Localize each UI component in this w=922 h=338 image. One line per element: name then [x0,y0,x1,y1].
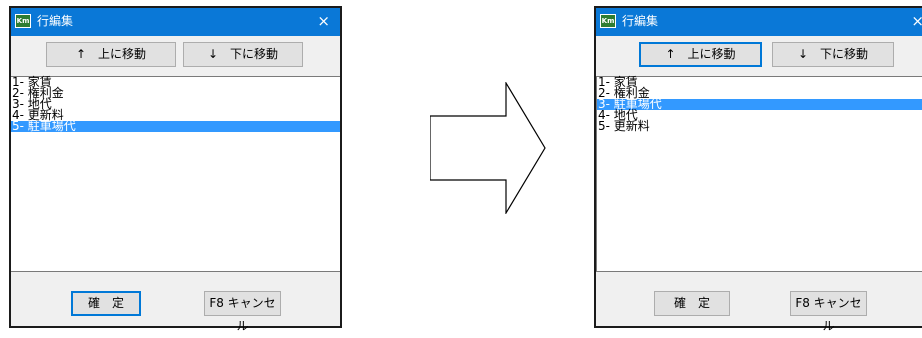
cancel-button[interactable]: F8 キャンセル [204,291,281,333]
cancel-button[interactable]: F8 キャンセル [790,291,867,333]
title-bar: Km 行編集 × [596,8,922,36]
close-icon[interactable]: × [911,12,922,30]
window-title: 行編集 [622,14,659,28]
right-arrow-icon [430,82,546,214]
row-edit-dialog-before: Km 行編集 × ↑ 上に移動 ↓ 下に移動 1- 家賃 2- 権利金 3- 地… [9,6,342,333]
list-item[interactable]: 5- 更新料 [597,120,922,132]
row-list[interactable]: 1- 家賃 2- 権利金 3- 地代 4- 更新料 5- 駐車場代 [11,76,340,272]
row-edit-dialog-after: Km 行編集 × ↑ 上に移動 ↓ 下に移動 1- 家賃 2- 権利金 3- 駐… [594,6,922,333]
app-logo-icon: Km [15,14,31,28]
list-item[interactable]: 2- 権利金 [11,87,340,99]
list-item[interactable]: 3- 駐車場代 [597,98,922,110]
confirm-button[interactable]: 確 定 [654,291,730,316]
window-title: 行編集 [37,14,74,28]
move-up-button[interactable]: ↑ 上に移動 [639,42,762,67]
move-down-button[interactable]: ↓ 下に移動 [183,42,303,67]
row-list[interactable]: 1- 家賃 2- 権利金 3- 駐車場代 4- 地代 5- 更新料 [596,76,922,272]
list-item[interactable]: 5- 駐車場代 [11,120,340,132]
title-bar: Km 行編集 × [11,8,340,36]
confirm-button[interactable]: 確 定 [71,291,141,316]
move-up-button[interactable]: ↑ 上に移動 [46,42,176,67]
close-icon[interactable]: × [317,12,330,30]
move-down-button[interactable]: ↓ 下に移動 [772,42,894,67]
app-logo-icon: Km [600,14,616,28]
